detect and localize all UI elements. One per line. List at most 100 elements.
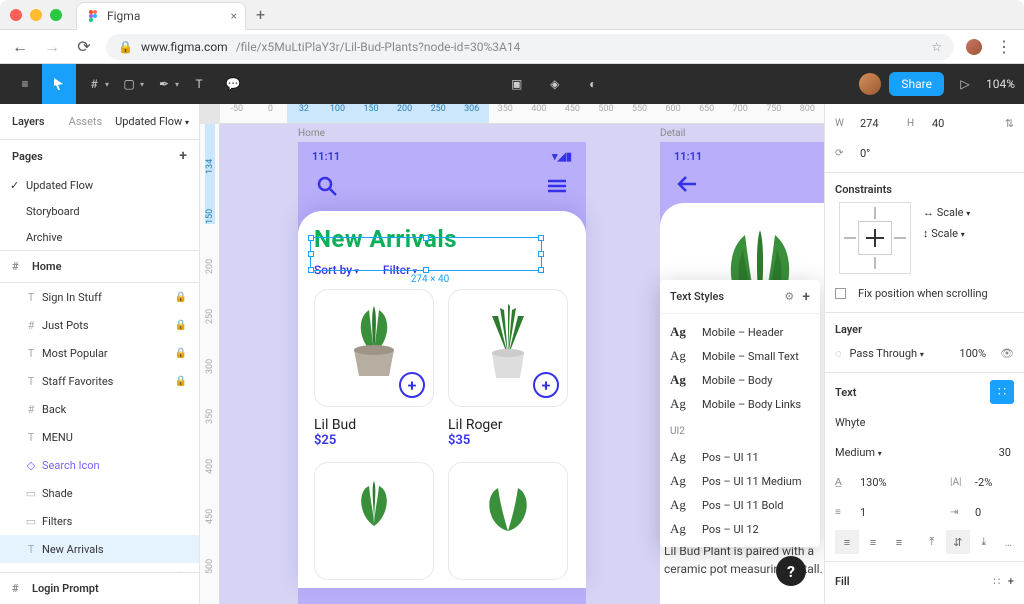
- product-card[interactable]: [448, 462, 568, 580]
- text-style-item[interactable]: AgMobile – Body: [660, 368, 820, 392]
- bookmark-star-icon[interactable]: ☆: [931, 40, 942, 54]
- browser-menu-button[interactable]: ⋮: [994, 37, 1014, 56]
- text-style-toggle[interactable]: ∷: [990, 380, 1014, 404]
- add-style-button[interactable]: +: [802, 289, 810, 305]
- fix-position-checkbox[interactable]: [835, 288, 846, 299]
- frame-header-row[interactable]: # Home: [0, 251, 199, 283]
- address-bar[interactable]: 🔒 www.figma.com/file/x5MuLtiPlaY3r/Lil-B…: [106, 34, 954, 60]
- text-style-item[interactable]: AgPos – UI 12: [660, 517, 820, 541]
- page-dropdown[interactable]: Updated Flow ▾: [115, 115, 189, 128]
- close-window-button[interactable]: [10, 9, 22, 21]
- forward-button[interactable]: →: [42, 37, 62, 57]
- back-arrow-icon[interactable]: [676, 175, 698, 193]
- add-to-cart-button[interactable]: +: [399, 372, 425, 398]
- present-button[interactable]: ▷: [952, 64, 978, 104]
- settings-icon[interactable]: ⚙: [784, 290, 794, 303]
- tab-assets[interactable]: Assets: [57, 115, 115, 128]
- lock-icon[interactable]: 🔒: [175, 376, 187, 387]
- menu-icon[interactable]: [546, 178, 568, 194]
- page-item[interactable]: Archive: [0, 224, 199, 250]
- text-style-item[interactable]: AgMobile – Body Links: [660, 392, 820, 416]
- layer-item[interactable]: ▭Shade: [0, 479, 199, 507]
- frame-home[interactable]: 11:11 ▾◢▮ New Arrivals Sort by Filter + …: [298, 142, 586, 604]
- font-family-select[interactable]: Whyte: [835, 416, 865, 429]
- text-tool[interactable]: T: [182, 64, 216, 104]
- layer-item[interactable]: #Back: [0, 395, 199, 423]
- layer-item[interactable]: TMost Popular🔒: [0, 339, 199, 367]
- text-style-item[interactable]: AgPos – UI 11 Medium: [660, 469, 820, 493]
- maximize-window-button[interactable]: [50, 9, 62, 21]
- font-size-input[interactable]: [972, 441, 1014, 463]
- reload-button[interactable]: ⟳: [74, 37, 94, 56]
- opacity-input[interactable]: 100%: [959, 347, 986, 360]
- add-to-cart-button[interactable]: +: [533, 372, 559, 398]
- layer-item[interactable]: TSign In Stuff🔒: [0, 283, 199, 311]
- letter-spacing-input[interactable]: [972, 471, 1014, 493]
- page-item[interactable]: Updated Flow: [0, 172, 199, 198]
- canvas[interactable]: -500321001502002503063504004505005506006…: [200, 104, 824, 604]
- align-left-button[interactable]: ≡: [835, 530, 859, 554]
- lock-icon[interactable]: 🔒: [175, 348, 187, 359]
- layer-item[interactable]: ◇Search Icon: [0, 451, 199, 479]
- constraint-h-select[interactable]: ↔ Scale ▾: [923, 206, 970, 219]
- product-card[interactable]: + Lil Bud $25: [314, 289, 434, 448]
- font-weight-select[interactable]: Medium ▾: [835, 446, 882, 459]
- paragraph-indent-input[interactable]: [972, 501, 1014, 523]
- align-bottom-button[interactable]: ⤓: [972, 530, 996, 554]
- constraint-v-select[interactable]: ↕ Scale ▾: [923, 227, 970, 240]
- minimize-window-button[interactable]: [30, 9, 42, 21]
- layer-item[interactable]: TMENU: [0, 423, 199, 451]
- help-button[interactable]: ?: [776, 556, 806, 586]
- layer-item[interactable]: TNew Arrivals: [0, 535, 199, 563]
- profile-avatar[interactable]: [966, 39, 982, 55]
- lock-icon[interactable]: 🔒: [175, 320, 187, 331]
- align-middle-button[interactable]: ⇵: [946, 530, 970, 554]
- product-card[interactable]: + Lil Roger $35: [448, 289, 568, 448]
- selection-box[interactable]: [310, 237, 542, 271]
- product-card[interactable]: [314, 462, 434, 580]
- layer-item[interactable]: #Just Pots🔒: [0, 311, 199, 339]
- text-style-item[interactable]: AgPos – UI 11: [660, 445, 820, 469]
- user-avatar[interactable]: [859, 73, 881, 95]
- frame-label-detail[interactable]: Detail: [660, 128, 685, 139]
- add-fill-button[interactable]: +: [1008, 575, 1014, 588]
- pen-tool[interactable]: ✒: [147, 64, 181, 104]
- layer-item[interactable]: ▭Filters: [0, 507, 199, 535]
- text-style-item[interactable]: AgMobile – Small Text: [660, 344, 820, 368]
- height-input[interactable]: [929, 112, 971, 134]
- boolean-tool[interactable]: ▣: [500, 64, 534, 104]
- align-right-button[interactable]: ≡: [887, 530, 911, 554]
- width-input[interactable]: [857, 112, 899, 134]
- line-height-input[interactable]: [857, 471, 899, 493]
- visibility-icon[interactable]: 👁: [1000, 347, 1014, 360]
- canvas-stage[interactable]: Home Detail 11:11 ▾◢▮ New Arrivals Sort …: [220, 124, 824, 604]
- mask-tool[interactable]: ◐: [576, 64, 610, 104]
- layer-item[interactable]: ▭LilBudPlantBGColor🔒: [0, 563, 199, 572]
- add-page-button[interactable]: +: [179, 148, 187, 164]
- component-tool[interactable]: ◈: [538, 64, 572, 104]
- text-more-button[interactable]: …: [1005, 536, 1014, 549]
- link-dimensions-icon[interactable]: ⇅: [1005, 117, 1014, 130]
- text-style-item[interactable]: AgMobile – Header: [660, 320, 820, 344]
- page-item[interactable]: Storyboard: [0, 198, 199, 224]
- comment-tool[interactable]: 💬: [216, 64, 250, 104]
- chevron-down-icon[interactable]: ▾: [1009, 80, 1013, 89]
- share-button[interactable]: Share: [889, 72, 944, 96]
- search-icon[interactable]: [316, 175, 338, 197]
- browser-tab[interactable]: Figma ×: [76, 2, 246, 30]
- new-tab-button[interactable]: +: [256, 5, 265, 24]
- paragraph-spacing-input[interactable]: [857, 501, 899, 523]
- main-menu-button[interactable]: ≡: [8, 64, 42, 104]
- layer-item[interactable]: TStaff Favorites🔒: [0, 367, 199, 395]
- frame-label-home[interactable]: Home: [298, 128, 325, 139]
- blend-mode-select[interactable]: Pass Through ▾: [850, 347, 924, 360]
- lock-icon[interactable]: 🔒: [175, 292, 187, 303]
- align-top-button[interactable]: ⤒: [920, 530, 944, 554]
- tab-layers[interactable]: Layers: [0, 115, 57, 128]
- constraints-control[interactable]: [839, 202, 911, 274]
- close-tab-icon[interactable]: ×: [231, 9, 237, 23]
- shape-tool[interactable]: ▢: [112, 64, 146, 104]
- frame-row-login-prompt[interactable]: # Login Prompt: [0, 572, 199, 604]
- lock-icon[interactable]: 🔒: [175, 572, 187, 573]
- fill-styles-button[interactable]: ∷: [993, 575, 1002, 588]
